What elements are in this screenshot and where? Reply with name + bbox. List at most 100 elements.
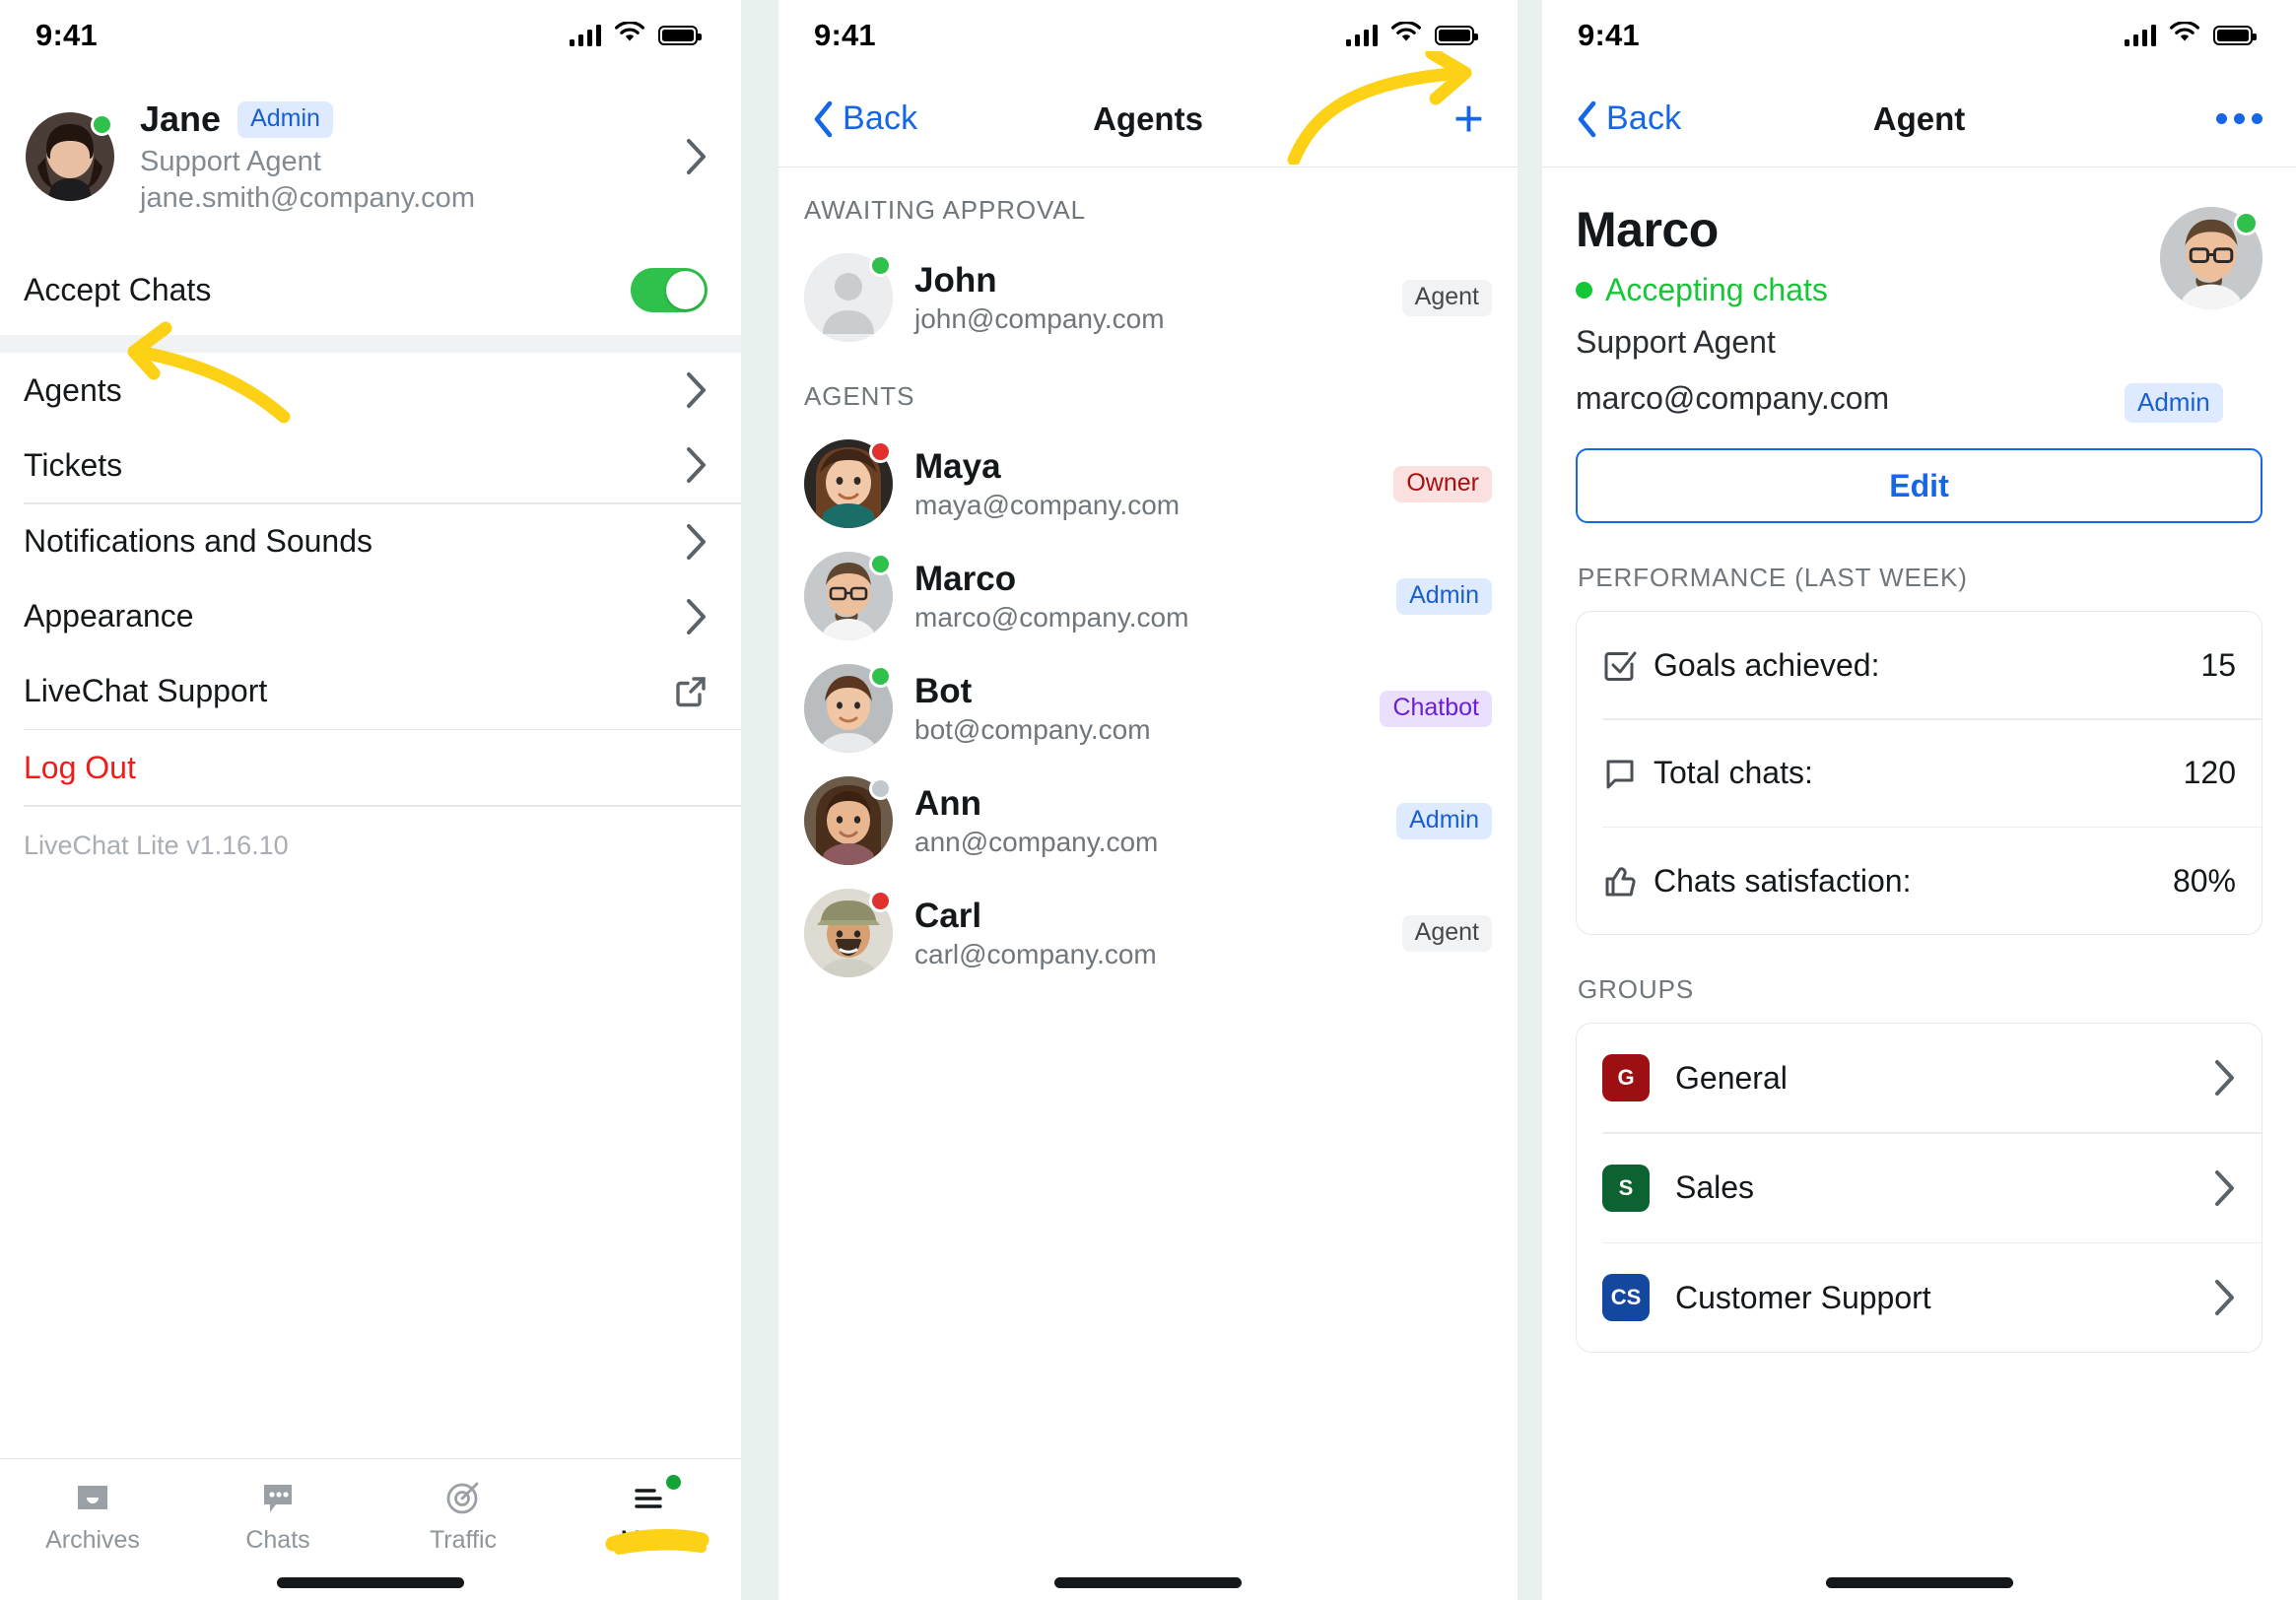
- status-badge: Accepting chats: [1576, 272, 2115, 308]
- wifi-icon: [614, 21, 645, 49]
- agent-name: John: [914, 260, 997, 300]
- avatar: [804, 253, 893, 342]
- tab-chats[interactable]: Chats: [204, 1477, 352, 1555]
- section-header-performance: PERFORMANCE (LAST WEEK): [1578, 563, 1968, 592]
- presence-dot-online: [869, 553, 892, 575]
- menu-item-label: Appearance: [24, 598, 194, 633]
- list-item[interactable]: Marco marco@company.com Admin: [778, 540, 1518, 652]
- agents-list: AWAITING APPROVAL John john@company.com …: [778, 167, 1518, 1565]
- presence-dot-online: [2234, 211, 2259, 235]
- menu-item-label: Notifications and Sounds: [24, 523, 372, 559]
- phone-screen-agents-list: 9:41 Back Agents + AWAITING APPROVAL Joh…: [778, 0, 1518, 1600]
- profile-text-block: Jane Admin Support Agent jane.smith@comp…: [140, 99, 660, 215]
- list-item[interactable]: Maya maya@company.com Owner: [778, 428, 1518, 540]
- status-bar-icons: [1345, 21, 1478, 49]
- role-badge: Owner: [1393, 465, 1492, 502]
- edit-button[interactable]: Edit: [1576, 448, 2262, 523]
- menu-item-notifications-and-sounds[interactable]: Notifications and Sounds: [0, 504, 741, 579]
- presence-dot-online: [91, 113, 113, 136]
- list-item[interactable]: Bot bot@company.com Chatbot: [778, 652, 1518, 765]
- back-button[interactable]: Back: [1576, 100, 1681, 139]
- home-indicator: [778, 1565, 1518, 1600]
- stat-value: 120: [2183, 755, 2236, 790]
- back-button-label: Back: [843, 100, 918, 137]
- role-badge: Admin: [2125, 382, 2223, 423]
- list-item-text: Maya maya@company.com: [914, 447, 1372, 521]
- add-agent-button[interactable]: +: [1453, 93, 1484, 145]
- menu-item-label: Agents: [24, 371, 122, 408]
- tab-traffic[interactable]: Traffic: [389, 1477, 537, 1555]
- hamburger-icon: [629, 1477, 668, 1518]
- agent-name: Carl: [914, 896, 982, 935]
- menu-item-label: LiveChat Support: [24, 673, 268, 708]
- agent-email: ann@company.com: [914, 826, 1159, 857]
- avatar: [804, 889, 893, 977]
- battery-icon: [658, 26, 702, 45]
- menu-item-livechat-support[interactable]: LiveChat Support: [0, 654, 741, 729]
- current-user-profile-row[interactable]: Jane Admin Support Agent jane.smith@comp…: [0, 71, 741, 244]
- group-label: Customer Support: [1675, 1279, 1931, 1315]
- status-bar: 9:41: [1542, 0, 2296, 71]
- status-bar: 9:41: [0, 0, 741, 71]
- agent-email: carl@company.com: [914, 938, 1157, 969]
- group-avatar-icon: CS: [1602, 1274, 1650, 1321]
- avatar: [804, 776, 893, 865]
- chevron-right-icon: [686, 523, 708, 561]
- navigation-bar: Back Agents +: [778, 71, 1518, 167]
- back-button[interactable]: Back: [812, 100, 917, 139]
- agent-job-title: Support Agent: [1576, 324, 1776, 360]
- chevron-right-icon: [2214, 1059, 2236, 1097]
- role-badge: Admin: [1396, 577, 1492, 615]
- list-item[interactable]: Ann ann@company.com Admin: [778, 765, 1518, 877]
- back-button-label: Back: [1606, 100, 1682, 137]
- agent-name: Ann: [914, 783, 982, 823]
- presence-dot-online: [869, 254, 892, 277]
- status-bar-time: 9:41: [1578, 18, 1640, 52]
- group-avatar-icon: G: [1602, 1054, 1650, 1101]
- accept-chats-row[interactable]: Accept Chats: [0, 244, 741, 335]
- group-row-general[interactable]: G General: [1577, 1024, 2262, 1132]
- tab-label: Archives: [45, 1526, 140, 1554]
- phone-screen-more: 9:41 Jane Admin Support Agent jane.smith…: [0, 0, 741, 1600]
- agent-email: marco@company.com: [914, 601, 1189, 633]
- wifi-icon: [2169, 21, 2200, 49]
- section-divider: [0, 335, 741, 353]
- avatar: [804, 552, 893, 640]
- status-bar: 9:41: [778, 0, 1518, 71]
- more-options-icon[interactable]: [2216, 113, 2262, 124]
- home-indicator: [0, 1565, 741, 1600]
- presence-dot-online: [869, 665, 892, 688]
- menu-item-agents[interactable]: Agents: [0, 353, 741, 428]
- tab-label: More: [620, 1526, 677, 1554]
- menu-item-appearance[interactable]: Appearance: [0, 579, 741, 654]
- list-item-text: Marco marco@company.com: [914, 560, 1375, 633]
- status-bar-icons: [569, 21, 702, 49]
- stat-value: 15: [2200, 646, 2236, 683]
- status-bar-time: 9:41: [814, 18, 876, 52]
- agent-email: maya@company.com: [914, 489, 1181, 520]
- section-header-groups: GROUPS: [1578, 974, 1695, 1004]
- group-row-customer-support[interactable]: CS Customer Support: [1577, 1243, 2262, 1352]
- tab-archives[interactable]: Archives: [19, 1477, 167, 1555]
- tab-more[interactable]: More: [574, 1475, 722, 1555]
- menu-item-tickets[interactable]: Tickets: [0, 428, 741, 502]
- chevron-right-icon: [2214, 1279, 2236, 1316]
- avatar: [804, 664, 893, 753]
- list-item[interactable]: Carl carl@company.com Agent: [778, 877, 1518, 989]
- chevron-right-icon: [686, 371, 708, 409]
- group-label: General: [1675, 1059, 1788, 1096]
- log-out-button[interactable]: Log Out: [0, 730, 741, 805]
- group-row-sales[interactable]: S Sales: [1577, 1134, 2262, 1242]
- accept-chats-toggle[interactable]: [631, 267, 708, 312]
- tab-label: Chats: [245, 1526, 310, 1554]
- profile-job-title: Support Agent: [140, 146, 321, 177]
- home-indicator: [1542, 1565, 2296, 1600]
- stat-label: Goals achieved:: [1654, 646, 1880, 683]
- stat-label: Chats satisfaction:: [1654, 862, 1912, 899]
- list-item[interactable]: John john@company.com Agent: [778, 241, 1518, 354]
- cellular-signal-icon: [1345, 25, 1378, 46]
- presence-dot-busy: [869, 890, 892, 912]
- group-avatar-icon: S: [1602, 1164, 1650, 1212]
- stat-label: Total chats:: [1654, 755, 1813, 790]
- profile-email: jane.smith@company.com: [140, 182, 475, 214]
